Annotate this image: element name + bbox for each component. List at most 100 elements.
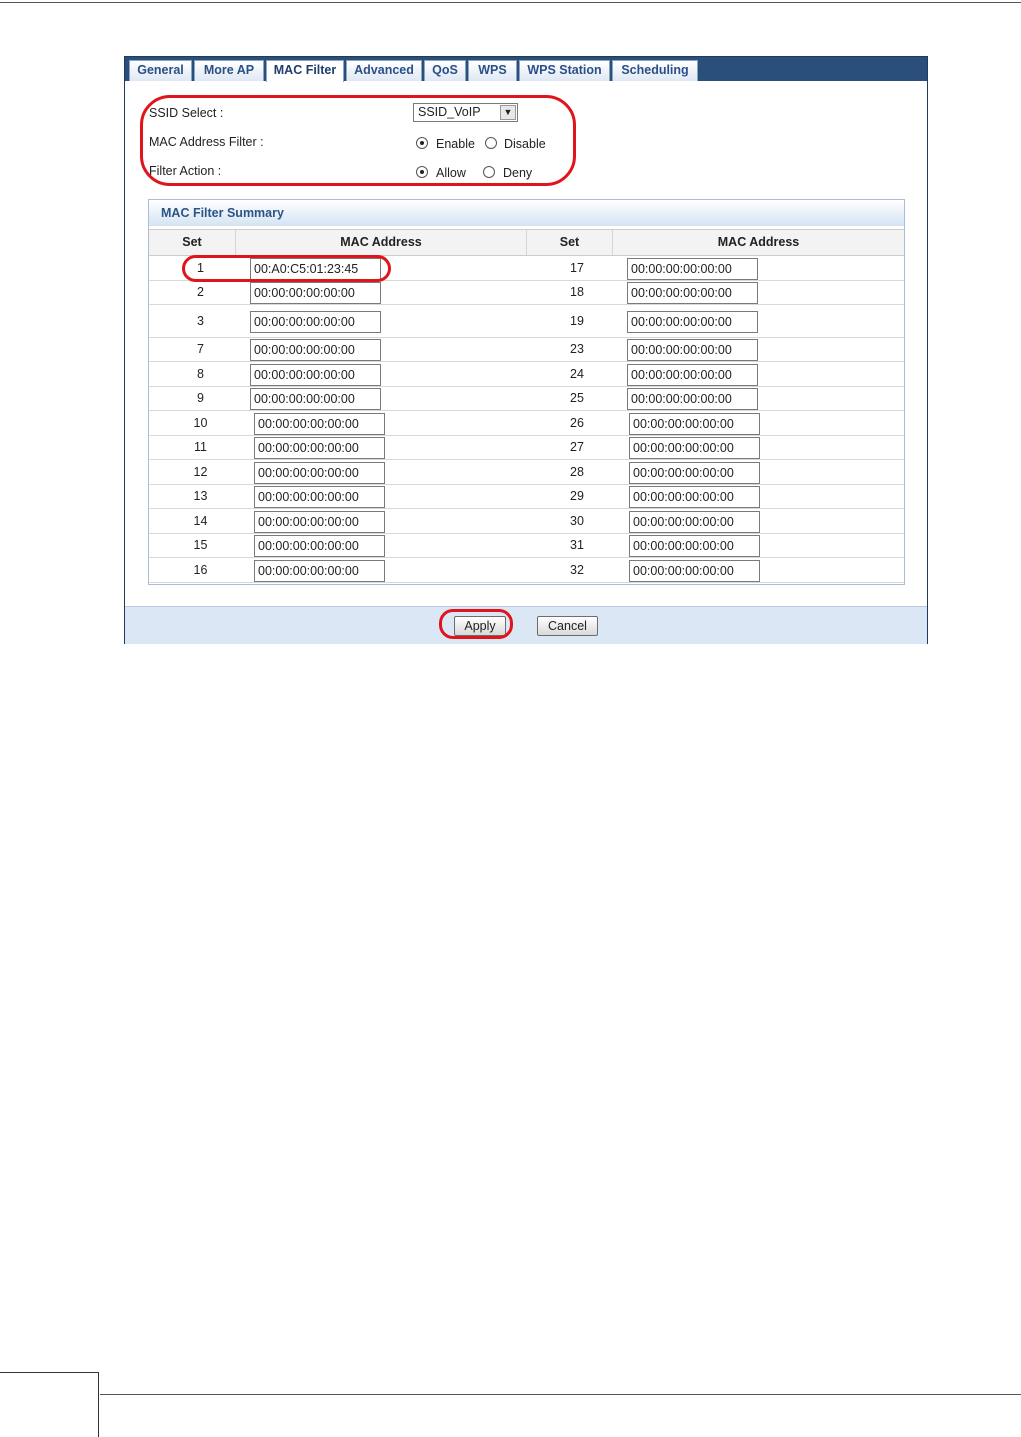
set-number-right: 17 [570,261,584,275]
mac-address-input-left[interactable]: 00:00:00:00:00:00 [250,282,381,304]
set-number-left: 3 [197,313,204,328]
tab-general[interactable]: General [129,60,192,81]
set-number-right: 30 [570,513,584,528]
tab-mac-filter[interactable]: MAC Filter [266,60,344,82]
chevron-down-icon[interactable]: ▼ [500,105,516,120]
tab-advanced[interactable]: Advanced [346,60,422,81]
tab-qos[interactable]: QoS [424,60,466,81]
mac-address-input-left[interactable]: 00:00:00:00:00:00 [254,559,385,582]
set-number-left: 12 [193,464,208,479]
page-bottom-rule [100,1394,1021,1395]
ssid-select-label: SSID Select : [149,106,224,120]
mac-address-input-left[interactable]: 00:00:00:00:00:00 [254,486,385,508]
table-row: 16 00:00:00:00:00:00 32 00:00:00:00:00:00 [149,558,904,583]
set-number-left: 9 [197,391,204,405]
cancel-button[interactable]: Cancel [537,616,598,636]
deny-label: Deny [503,166,533,180]
mac-address-input-left[interactable]: 00:00:00:00:00:00 [254,412,385,435]
mac-address-filter-label: MAC Address Filter : [149,135,264,149]
set-number-right: 28 [570,464,584,479]
set-number-left: 8 [197,366,204,381]
header-set-left: Set [149,230,236,255]
table-row: 9 00:00:00:00:00:00 25 00:00:00:00:00:00 [149,387,904,411]
tab-wps-station[interactable]: WPS Station [519,60,610,81]
mac-address-input-right[interactable]: 00:00:00:00:00:00 [629,559,760,582]
summary-title: MAC Filter Summary [149,200,904,226]
header-mac-right: MAC Address [717,235,800,249]
mac-address-input-right[interactable]: 00:00:00:00:00:00 [629,437,760,459]
mac-address-input-left[interactable]: 00:00:00:00:00:00 [250,363,381,386]
table-row: 10 00:00:00:00:00:00 26 00:00:00:00:00:00 [149,411,904,436]
allow-radio[interactable] [416,166,428,178]
set-number-left: 1 [197,261,204,275]
table-row: 2 00:00:00:00:00:00 18 00:00:00:00:00:00 [149,281,904,305]
mac-address-input-right[interactable]: 00:00:00:00:00:00 [627,339,758,361]
table-row: 14 00:00:00:00:00:00 30 00:00:00:00:00:00 [149,509,904,534]
tab-more-ap[interactable]: More AP [194,60,264,81]
set-number-right: 24 [570,366,584,381]
set-number-left: 10 [193,415,208,430]
mac-address-input-right[interactable]: 00:00:00:00:00:00 [627,282,758,304]
mac-address-input-left[interactable]: 00:00:00:00:00:00 [250,310,381,333]
mac-address-input-left[interactable]: 00:00:00:00:00:00 [250,388,381,410]
ssid-select-value: SSID_VoIP [418,105,481,119]
set-number-right: 29 [570,489,584,503]
set-number-left: 13 [193,489,208,503]
mac-filter-summary: MAC Filter Summary Set MAC Address Set M… [148,199,905,585]
table-row: 8 00:00:00:00:00:00 24 00:00:00:00:00:00 [149,362,904,387]
set-number-right: 32 [570,562,584,577]
header-set-right: Set [527,230,613,255]
set-number-right: 26 [570,415,584,430]
mac-address-input-right[interactable]: 00:00:00:00:00:00 [629,412,760,435]
enable-radio[interactable] [416,137,428,149]
mac-address-input-right[interactable]: 00:00:00:00:00:00 [627,388,758,410]
mac-address-input-left[interactable]: 00:00:00:00:00:00 [250,339,381,361]
mac-address-input-left[interactable]: 00:00:00:00:00:00 [254,437,385,459]
table-row: 13 00:00:00:00:00:00 29 00:00:00:00:00:00 [149,485,904,509]
mac-address-input-right[interactable]: 00:00:00:00:00:00 [627,258,758,280]
mac-address-input-left[interactable]: 00:A0:C5:01:23:45 [250,258,381,280]
tab-wps[interactable]: WPS [468,60,517,81]
table-row: 7 00:00:00:00:00:00 23 00:00:00:00:00:00 [149,338,904,362]
deny-radio[interactable] [483,166,495,178]
header-mac-left: MAC Address [236,230,527,255]
table-row: 1 00:A0:C5:01:23:45 17 00:00:00:00:00:00 [149,257,904,281]
disable-radio[interactable] [485,137,497,149]
table-row: 15 00:00:00:00:00:00 31 00:00:00:00:00:00 [149,534,904,558]
ssid-select[interactable]: SSID_VoIP ▼ [413,103,518,122]
table-row: 3 00:00:00:00:00:00 19 00:00:00:00:00:00 [149,305,904,338]
set-number-left: 7 [197,342,204,356]
mac-address-input-right[interactable]: 00:00:00:00:00:00 [627,310,758,333]
button-bar: Apply Cancel [125,606,927,644]
mac-address-input-right[interactable]: 00:00:00:00:00:00 [629,461,760,484]
set-number-right: 25 [570,391,584,405]
tab-bar: General More AP MAC Filter Advanced QoS … [125,57,927,82]
set-number-left: 16 [193,562,208,577]
enable-label: Enable [436,137,475,151]
set-number-left: 11 [194,440,207,454]
filter-action-label: Filter Action : [149,164,222,178]
set-number-left: 14 [193,513,208,528]
mac-address-input-right[interactable]: 00:00:00:00:00:00 [627,363,758,386]
mac-address-input-right[interactable]: 00:00:00:00:00:00 [629,486,760,508]
disable-label: Disable [504,137,546,151]
mac-address-input-right[interactable]: 00:00:00:00:00:00 [629,535,760,557]
set-number-right: 27 [570,440,584,454]
set-number-right: 19 [570,313,584,328]
table-header: Set MAC Address Set MAC Address [149,229,904,256]
mac-address-input-left[interactable]: 00:00:00:00:00:00 [254,535,385,557]
set-number-right: 23 [570,342,584,356]
page-top-rule [0,2,1021,3]
set-number-left: 15 [193,538,208,552]
set-number-right: 18 [570,285,584,299]
mac-address-input-left[interactable]: 00:00:00:00:00:00 [254,510,385,533]
mac-address-input-right[interactable]: 00:00:00:00:00:00 [629,510,760,533]
mac-filter-window: General More AP MAC Filter Advanced QoS … [124,56,928,644]
tab-scheduling[interactable]: Scheduling [612,60,698,81]
allow-label: Allow [436,166,466,180]
apply-button[interactable]: Apply [454,616,506,636]
table-row: 12 00:00:00:00:00:00 28 00:00:00:00:00:00 [149,460,904,485]
page-number-box [0,1372,99,1437]
mac-address-input-left[interactable]: 00:00:00:00:00:00 [254,461,385,484]
table-row: 11 00:00:00:00:00:00 27 00:00:00:00:00:00 [149,436,904,460]
